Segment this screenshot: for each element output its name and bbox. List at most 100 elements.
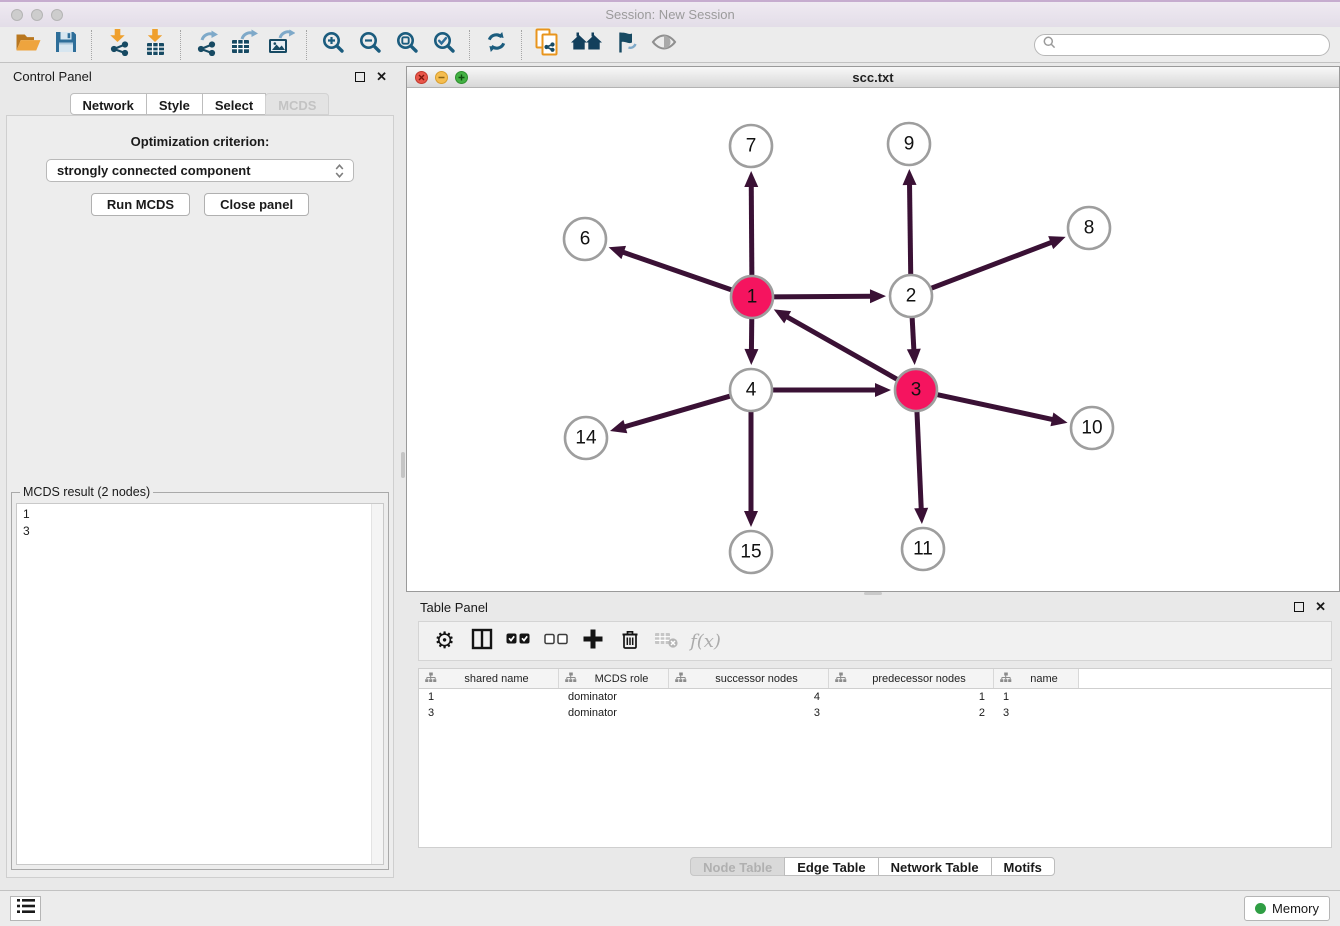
graph-edge[interactable] — [622, 252, 734, 291]
main-toolbar — [0, 27, 1340, 63]
graph-edge[interactable] — [751, 185, 752, 278]
unselect-all-columns-button[interactable] — [538, 624, 573, 658]
frame-close-button[interactable] — [415, 71, 428, 84]
graph-edge[interactable] — [771, 296, 872, 297]
table-header-row: shared nameMCDS rolesuccessor nodesprede… — [419, 669, 1331, 689]
unchecked-boxes-icon — [544, 632, 568, 650]
column-header-label: name — [1016, 673, 1072, 685]
clone-network-button[interactable] — [529, 29, 566, 61]
column-header-2[interactable]: successor nodes — [669, 669, 829, 688]
table-panel-header: Table Panel ✕ — [406, 595, 1340, 619]
graph-node-label: 7 — [746, 136, 757, 157]
tab-mcds[interactable]: MCDS — [265, 93, 329, 115]
memory-button[interactable]: Memory — [1244, 896, 1330, 921]
delete-columns-button[interactable] — [612, 624, 647, 658]
graph-edge[interactable] — [623, 395, 732, 427]
zoom-out-button[interactable] — [351, 29, 388, 61]
refresh-button[interactable] — [477, 29, 514, 61]
import-network-button[interactable] — [99, 29, 136, 61]
zoom-in-button[interactable] — [314, 29, 351, 61]
zoom-window-button[interactable] — [51, 9, 63, 21]
graph-edge-arrowhead — [903, 169, 917, 185]
table-cell[interactable]: dominator — [559, 707, 669, 719]
export-image-button[interactable] — [262, 29, 299, 61]
mcds-panel: Optimization criterion: strongly connect… — [6, 115, 394, 878]
show-hide-button[interactable] — [645, 29, 682, 61]
tab-style[interactable]: Style — [146, 93, 203, 115]
save-session-button[interactable] — [47, 29, 84, 61]
close-window-button[interactable] — [11, 9, 23, 21]
zoom-selected-icon — [432, 30, 456, 59]
table-header-filler — [1079, 669, 1331, 688]
task-history-button[interactable] — [10, 896, 41, 921]
table-cell[interactable]: 3 — [419, 707, 559, 719]
criterion-select[interactable]: strongly connected component — [46, 159, 354, 182]
checked-boxes-icon — [506, 632, 531, 650]
close-panel-icon[interactable]: ✕ — [376, 72, 387, 82]
tab-network-table[interactable]: Network Table — [878, 857, 992, 876]
table-cell[interactable]: 1 — [829, 691, 994, 703]
column-header-0[interactable]: shared name — [419, 669, 559, 688]
graph-edge[interactable] — [917, 409, 921, 510]
graph-edge[interactable] — [935, 394, 1054, 420]
network-canvas[interactable]: 1234678910111415 — [407, 88, 1339, 591]
column-header-4[interactable]: name — [994, 669, 1079, 688]
table-panel-title: Table Panel — [420, 600, 488, 615]
graph-edge-arrowhead — [1050, 413, 1067, 427]
import-table-button[interactable] — [136, 29, 173, 61]
eye-icon — [651, 31, 677, 58]
add-column-button[interactable] — [575, 624, 610, 658]
select-all-columns-button[interactable] — [501, 624, 536, 658]
mcds-result-line: 3 — [23, 523, 369, 540]
column-header-3[interactable]: predecessor nodes — [829, 669, 994, 688]
graph-edge[interactable] — [786, 316, 900, 380]
mcds-result-textarea[interactable]: 13 — [16, 503, 384, 865]
table-row: 3dominator323 — [419, 705, 1331, 721]
table-cell[interactable]: 4 — [669, 691, 829, 703]
tab-motifs[interactable]: Motifs — [991, 857, 1055, 876]
graph-edge[interactable] — [912, 315, 914, 351]
control-panel-tabs: Network Style Select MCDS — [0, 93, 400, 115]
export-image-icon — [267, 28, 295, 61]
flag-icon — [614, 30, 639, 60]
zoom-selected-button[interactable] — [425, 29, 462, 61]
float-panel-icon[interactable] — [1294, 602, 1304, 612]
fit-content-button[interactable] — [388, 29, 425, 61]
table-cell[interactable]: 1 — [419, 691, 559, 703]
minimize-window-button[interactable] — [31, 9, 43, 21]
search-input[interactable] — [1061, 38, 1321, 52]
flag-button[interactable] — [608, 29, 645, 61]
splitter-thumb[interactable] — [864, 592, 882, 595]
export-network-button[interactable] — [188, 29, 225, 61]
table-cell[interactable]: dominator — [559, 691, 669, 703]
tab-select[interactable]: Select — [202, 93, 266, 115]
export-table-button[interactable] — [225, 29, 262, 61]
table-cell[interactable]: 3 — [994, 707, 1079, 719]
home-button[interactable] — [566, 29, 608, 61]
frame-minimize-button[interactable] — [435, 71, 448, 84]
table-cell[interactable]: 2 — [829, 707, 994, 719]
result-scrollbar[interactable] — [371, 504, 383, 864]
tab-edge-table[interactable]: Edge Table — [784, 857, 878, 876]
column-type-icon — [835, 672, 847, 686]
table-settings-button[interactable]: ⚙ — [427, 624, 462, 658]
close-panel-button[interactable]: Close panel — [204, 193, 309, 216]
graph-node-label: 14 — [575, 428, 597, 449]
graph-edge[interactable] — [910, 183, 911, 277]
show-columns-button[interactable] — [464, 624, 499, 658]
splitter-thumb[interactable] — [401, 452, 405, 478]
tab-node-table[interactable]: Node Table — [690, 857, 785, 876]
tab-network[interactable]: Network — [70, 93, 147, 115]
horizontal-splitter[interactable] — [406, 592, 1340, 595]
float-panel-icon[interactable] — [355, 72, 365, 82]
vertical-splitter[interactable] — [400, 63, 406, 890]
close-panel-icon[interactable]: ✕ — [1315, 602, 1326, 612]
table-cell[interactable]: 1 — [994, 691, 1079, 703]
column-header-1[interactable]: MCDS role — [559, 669, 669, 688]
frame-maximize-button[interactable] — [455, 71, 468, 84]
graph-edge[interactable] — [929, 242, 1053, 289]
run-mcds-button[interactable]: Run MCDS — [91, 193, 190, 216]
gear-icon: ⚙ — [434, 630, 455, 653]
open-session-button[interactable] — [10, 29, 47, 61]
table-cell[interactable]: 3 — [669, 707, 829, 719]
